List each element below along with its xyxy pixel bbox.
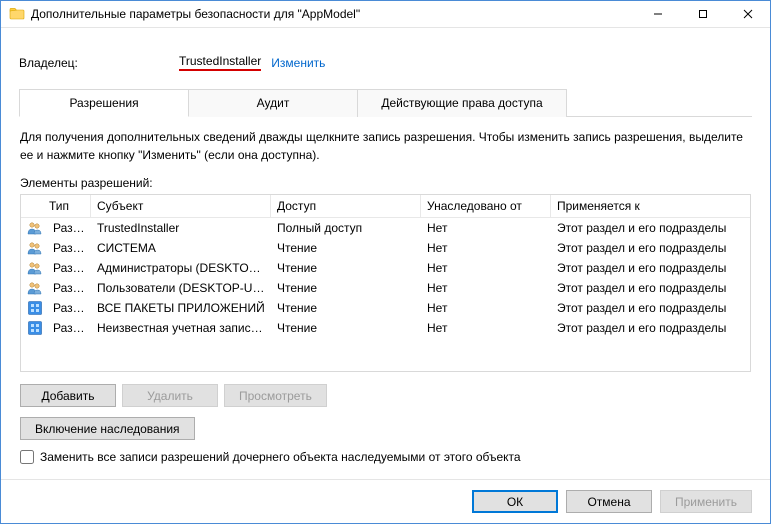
cell-access: Чтение — [271, 239, 421, 257]
owner-name: TrustedInstaller — [179, 54, 261, 71]
app-package-icon — [27, 320, 43, 336]
inherit-row: Включение наследования — [20, 417, 751, 440]
cell-applies: Этот раздел и его подразделы — [551, 279, 750, 297]
advanced-security-window: Дополнительные параметры безопасности дл… — [0, 0, 771, 524]
cell-type: Разр... — [47, 219, 91, 237]
cell-type: Разр... — [47, 299, 91, 317]
cell-access: Чтение — [271, 299, 421, 317]
cell-type: Разр... — [47, 319, 91, 337]
table-row[interactable]: Разр...СИСТЕМАЧтениеНетЭтот раздел и его… — [21, 238, 750, 258]
replace-checkbox-row: Заменить все записи разрешений дочернего… — [20, 450, 751, 464]
dialog-footer: ОК Отмена Применить — [1, 479, 770, 523]
table-row[interactable]: Разр...Администраторы (DESKTOP-...Чтение… — [21, 258, 750, 278]
window-title: Дополнительные параметры безопасности дл… — [31, 7, 635, 21]
table-row[interactable]: Разр...TrustedInstallerПолный доступНетЭ… — [21, 218, 750, 238]
cell-type: Разр... — [47, 279, 91, 297]
remove-button[interactable]: Удалить — [122, 384, 218, 407]
owner-label: Владелец: — [19, 56, 179, 70]
cell-inherited: Нет — [421, 219, 551, 237]
titlebar-buttons — [635, 1, 770, 27]
tab-body: Для получения дополнительных сведений дв… — [19, 117, 752, 479]
description-text: Для получения дополнительных сведений дв… — [20, 128, 751, 164]
cell-applies: Этот раздел и его подразделы — [551, 299, 750, 317]
app-package-icon — [27, 300, 43, 316]
cell-inherited: Нет — [421, 299, 551, 317]
cancel-button[interactable]: Отмена — [566, 490, 652, 513]
owner-row: Владелец: TrustedInstaller Изменить — [19, 40, 752, 89]
cell-subject: Неизвестная учетная запись... — [91, 319, 271, 337]
permission-rows: Разр...TrustedInstallerПолный доступНетЭ… — [21, 218, 750, 338]
cell-access: Чтение — [271, 319, 421, 337]
minimize-button[interactable] — [635, 1, 680, 27]
table-row[interactable]: Разр...ВСЕ ПАКЕТЫ ПРИЛОЖЕНИЙЧтениеНетЭто… — [21, 298, 750, 318]
folder-icon — [9, 6, 25, 22]
table-row[interactable]: Разр...Неизвестная учетная запись...Чтен… — [21, 318, 750, 338]
permission-table-header: Тип Субъект Доступ Унаследовано от Приме… — [21, 195, 750, 218]
cell-applies: Этот раздел и его подразделы — [551, 259, 750, 277]
cell-inherited: Нет — [421, 239, 551, 257]
permission-buttons: Добавить Удалить Просмотреть — [20, 384, 751, 407]
apply-button[interactable]: Применить — [660, 490, 752, 513]
add-button[interactable]: Добавить — [20, 384, 116, 407]
cell-applies: Этот раздел и его подразделы — [551, 319, 750, 337]
cell-subject: TrustedInstaller — [91, 219, 271, 237]
view-button[interactable]: Просмотреть — [224, 384, 327, 407]
replace-checkbox-label[interactable]: Заменить все записи разрешений дочернего… — [40, 450, 521, 464]
cell-subject: Администраторы (DESKTOP-... — [91, 259, 271, 277]
maximize-button[interactable] — [680, 1, 725, 27]
titlebar: Дополнительные параметры безопасности дл… — [1, 1, 770, 28]
permission-table[interactable]: Тип Субъект Доступ Унаследовано от Приме… — [20, 194, 751, 372]
replace-checkbox[interactable] — [20, 450, 34, 464]
group-icon — [27, 240, 43, 256]
group-icon — [27, 220, 43, 236]
cell-subject: СИСТЕМА — [91, 239, 271, 257]
cell-subject: Пользователи (DESKTOP-UG... — [91, 279, 271, 297]
enable-inheritance-button[interactable]: Включение наследования — [20, 417, 195, 440]
cell-inherited: Нет — [421, 319, 551, 337]
cell-applies: Этот раздел и его подразделы — [551, 219, 750, 237]
owner-change-link[interactable]: Изменить — [271, 56, 325, 70]
tab-audit[interactable]: Аудит — [188, 89, 358, 117]
header-applies[interactable]: Применяется к — [551, 195, 750, 217]
permission-list-label: Элементы разрешений: — [20, 176, 751, 190]
tabs: Разрешения Аудит Действующие права досту… — [19, 89, 752, 117]
header-access[interactable]: Доступ — [271, 195, 421, 217]
cell-access: Чтение — [271, 279, 421, 297]
cell-inherited: Нет — [421, 279, 551, 297]
group-icon — [27, 260, 43, 276]
cell-access: Полный доступ — [271, 219, 421, 237]
cell-inherited: Нет — [421, 259, 551, 277]
table-row[interactable]: Разр...Пользователи (DESKTOP-UG...Чтение… — [21, 278, 750, 298]
content-area: Владелец: TrustedInstaller Изменить Разр… — [1, 28, 770, 479]
tab-permissions[interactable]: Разрешения — [19, 89, 189, 117]
cell-type: Разр... — [47, 239, 91, 257]
group-icon — [27, 280, 43, 296]
cell-access: Чтение — [271, 259, 421, 277]
tab-effective-access[interactable]: Действующие права доступа — [357, 89, 567, 117]
ok-button[interactable]: ОК — [472, 490, 558, 513]
cell-type: Разр... — [47, 259, 91, 277]
header-subject[interactable]: Субъект — [91, 195, 271, 217]
cell-applies: Этот раздел и его подразделы — [551, 239, 750, 257]
cell-subject: ВСЕ ПАКЕТЫ ПРИЛОЖЕНИЙ — [91, 299, 271, 317]
close-button[interactable] — [725, 1, 770, 27]
header-inherited[interactable]: Унаследовано от — [421, 195, 551, 217]
header-type[interactable]: Тип — [21, 195, 91, 217]
